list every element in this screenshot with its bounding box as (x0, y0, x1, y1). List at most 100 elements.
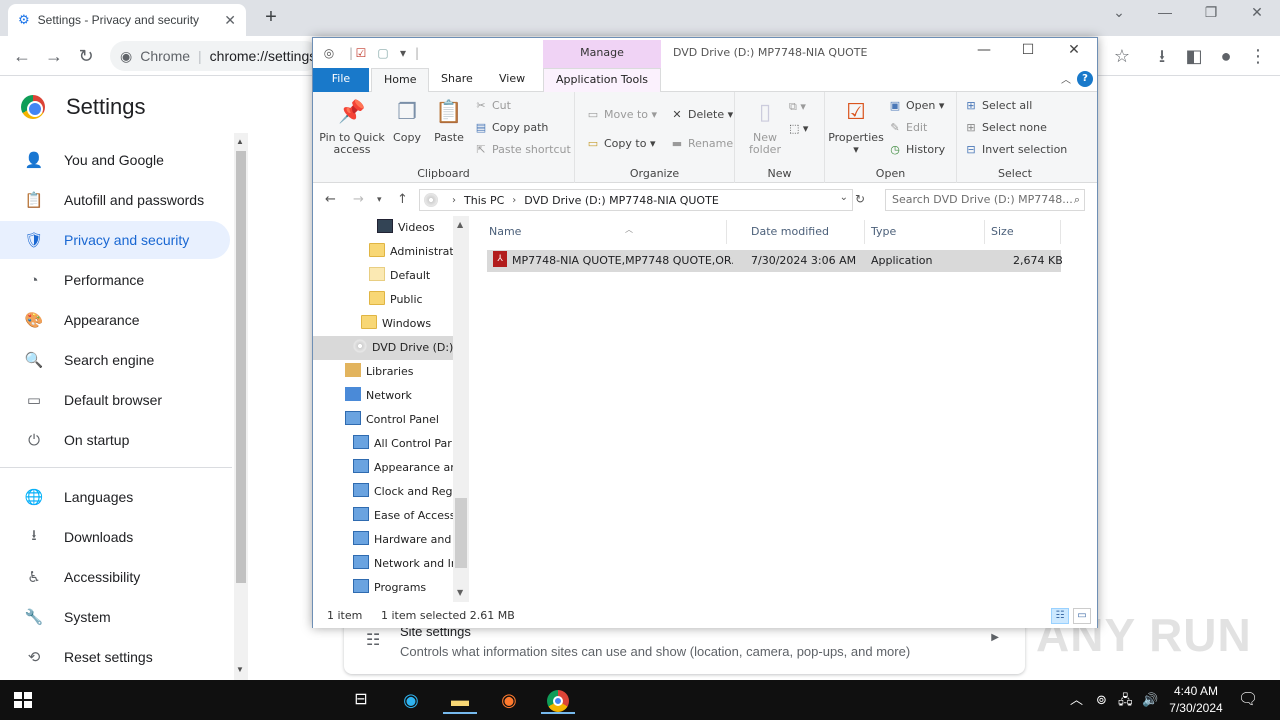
new-folder-button[interactable]: ▯ New folder (741, 98, 789, 156)
scroll-down-icon[interactable]: ▼ (236, 665, 244, 674)
select-all-button[interactable]: ⊞ Select all (963, 97, 1032, 115)
side-panel-icon[interactable]: ◧ (1182, 44, 1206, 68)
sidebar-item-accessibility[interactable]: ♿ Accessibility (0, 558, 230, 596)
tree-item[interactable]: Ease of Access (313, 504, 453, 528)
tree-item[interactable]: Network (313, 384, 453, 408)
back-arrow-icon[interactable]: ← (325, 192, 336, 207)
tree-item[interactable]: Public (313, 288, 453, 312)
new-tab-button[interactable]: + (260, 6, 282, 28)
scroll-thumb[interactable] (236, 151, 246, 583)
tab-file[interactable]: File (313, 68, 369, 92)
search-input[interactable]: Search DVD Drive (D:) MP7748... ⌕ (885, 189, 1085, 211)
details-view-icon[interactable]: ☷ (1051, 608, 1069, 624)
pin-quick-access-button[interactable]: 📌 Pin to Quick access (319, 98, 385, 156)
tree-item[interactable]: Programs (313, 576, 453, 600)
device-icon[interactable]: ⊚ (1096, 680, 1107, 720)
edge-icon[interactable]: ◉ (394, 686, 428, 714)
help-icon[interactable]: ? (1077, 71, 1093, 87)
omnibox[interactable]: ◉ Chrome | chrome://settings (110, 41, 320, 71)
task-view-icon[interactable]: ⊟ (344, 686, 378, 714)
tree-item[interactable]: Appearance an (313, 456, 453, 480)
new-folder-icon[interactable]: ▢ (375, 45, 391, 61)
open-button[interactable]: ▣ Open ▾ (887, 97, 945, 115)
firefox-icon[interactable]: ◉ (492, 686, 526, 714)
show-hidden-icons-icon[interactable]: ︿ (1070, 680, 1083, 720)
close-icon[interactable]: ✕ (1242, 4, 1272, 21)
profile-icon[interactable]: ● (1214, 44, 1238, 68)
menu-icon[interactable]: ⋮ (1246, 44, 1270, 68)
navigation-scrollbar[interactable]: ▲ ▼ (453, 216, 469, 602)
tree-item[interactable]: Videos (313, 216, 453, 240)
recent-locations-icon[interactable]: ▾ (377, 195, 382, 205)
properties-icon[interactable]: ☑ (353, 45, 369, 61)
close-icon[interactable]: ✕ (1059, 42, 1089, 58)
tab-share[interactable]: Share (429, 68, 485, 92)
scroll-up-icon[interactable]: ▲ (236, 137, 244, 146)
column-date-modified[interactable]: Date modified (745, 220, 865, 244)
tab-close-icon[interactable]: ✕ (224, 12, 236, 29)
network-icon[interactable]: 🖧 (1118, 680, 1133, 720)
tab-application-tools[interactable]: Application Tools (543, 68, 661, 92)
sidebar-item-performance[interactable]: ◔ Performance (0, 261, 230, 299)
downloads-icon[interactable]: ⭳ (1150, 44, 1174, 68)
refresh-icon[interactable]: ↻ (855, 192, 865, 206)
tree-item[interactable]: Libraries (313, 360, 453, 384)
tab-home[interactable]: Home (371, 68, 430, 92)
notifications-icon[interactable]: 🗨 (1238, 680, 1258, 720)
minimize-icon[interactable]: — (1150, 4, 1180, 20)
breadcrumb-this-pc[interactable]: This PC (464, 194, 504, 207)
forward-arrow-icon[interactable]: → (353, 192, 364, 207)
select-none-button[interactable]: ⊞ Select none (963, 119, 1046, 137)
tree-item[interactable]: DVD Drive (D:) (313, 336, 453, 360)
maximize-icon[interactable]: ☐ (1013, 42, 1043, 58)
clock[interactable]: 4:40 AM 7/30/2024 (1164, 683, 1228, 717)
tab-view[interactable]: View (487, 68, 537, 92)
delete-button[interactable]: ✕ Delete ▾ (669, 106, 733, 124)
rename-button[interactable]: ▬ Rename (669, 135, 733, 153)
paste-button[interactable]: 📋 Paste (431, 98, 467, 144)
tab-search-icon[interactable]: ⌄ (1104, 4, 1134, 21)
scroll-up-icon[interactable]: ▲ (457, 220, 463, 229)
history-button[interactable]: ◷ History (887, 141, 945, 159)
nav-scrollbar[interactable]: ▲ ▼ (234, 133, 248, 680)
large-icons-view-icon[interactable]: ▭ (1073, 608, 1091, 624)
sidebar-item-autofill-and-passwords[interactable]: 📋 Autofill and passwords (0, 181, 230, 219)
sidebar-item-system[interactable]: 🔧 System (0, 598, 230, 636)
edit-button[interactable]: ✎ Edit (887, 119, 927, 137)
sidebar-item-downloads[interactable]: ⭳ Downloads (0, 518, 230, 556)
restore-icon[interactable]: ❐ (1196, 4, 1226, 21)
file-row[interactable]: ⅄ MP7748-NIA QUOTE,MP7748 QUOTE,OR... 7/3… (487, 250, 1063, 272)
back-icon[interactable]: ← (10, 44, 34, 68)
tree-item[interactable]: Administrat (313, 240, 453, 264)
sidebar-item-appearance[interactable]: 🎨 Appearance (0, 301, 230, 339)
sidebar-item-default-browser[interactable]: ▭ Default browser (0, 381, 230, 419)
tree-item[interactable]: Default (313, 264, 453, 288)
collapse-ribbon-icon[interactable]: ︿ (1061, 71, 1071, 86)
scroll-thumb[interactable] (455, 498, 467, 568)
cut-button[interactable]: ✂ Cut (473, 97, 511, 115)
volume-icon[interactable]: 🔊 (1142, 680, 1158, 720)
sidebar-item-you-and-google[interactable]: 👤 You and Google (0, 141, 230, 179)
copy-path-button[interactable]: ▤ Copy path (473, 119, 549, 137)
windows-start-icon[interactable] (14, 692, 32, 708)
invert-selection-button[interactable]: ⊟ Invert selection (963, 141, 1067, 159)
scroll-down-icon[interactable]: ▼ (457, 588, 463, 597)
move-to-button[interactable]: ▭ Move to ▾ (585, 106, 657, 124)
properties-button[interactable]: ☑ Properties ▾ (827, 98, 885, 156)
reload-icon[interactable]: ↻ (74, 44, 98, 68)
new-item-icon[interactable]: ⧉ ▾ (789, 98, 806, 116)
sidebar-item-on-startup[interactable]: ⏻ On startup (0, 421, 230, 459)
sidebar-item-search-engine[interactable]: 🔍 Search engine (0, 341, 230, 379)
breadcrumb-dvd-drive[interactable]: DVD Drive (D:) MP7748-NIA QUOTE (524, 194, 718, 207)
paste-shortcut-button[interactable]: ⇱ Paste shortcut (473, 141, 570, 159)
forward-icon[interactable]: → (42, 44, 66, 68)
address-dropdown-icon[interactable]: ⌄ (840, 192, 848, 203)
copy-to-button[interactable]: ▭ Copy to ▾ (585, 135, 656, 153)
settings-tab[interactable]: ⚙ Settings - Privacy and security ✕ (8, 4, 246, 36)
sidebar-item-privacy-and-security[interactable]: 🛡 Privacy and security (0, 221, 230, 259)
file-explorer-icon[interactable]: ▬ (443, 686, 477, 714)
column-name[interactable]: ︿ Name (483, 220, 727, 244)
tree-item[interactable]: All Control Par (313, 432, 453, 456)
minimize-icon[interactable]: — (969, 42, 999, 58)
up-arrow-icon[interactable]: ↑ (397, 192, 408, 207)
